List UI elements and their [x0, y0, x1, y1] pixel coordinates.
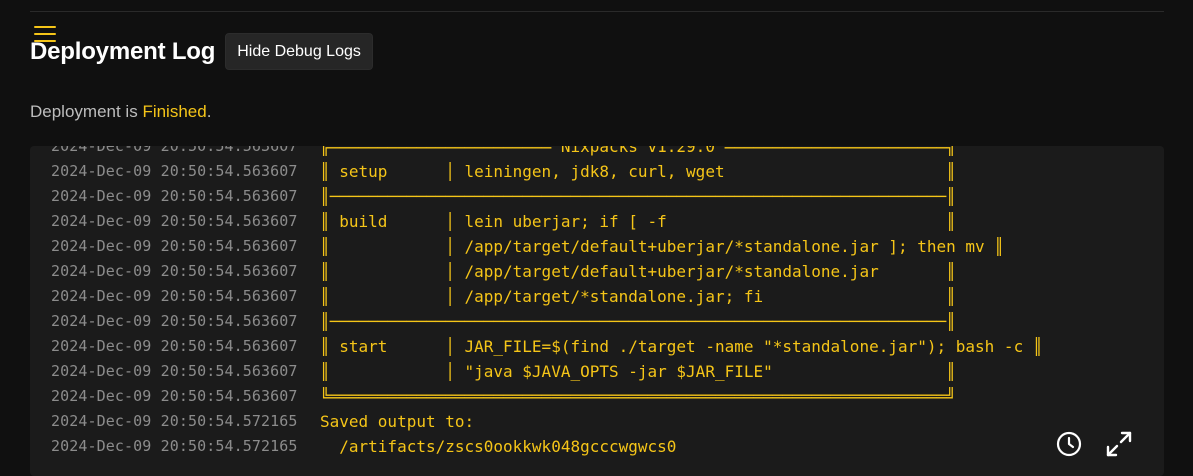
- status-value: Finished: [142, 102, 207, 121]
- log-line: 2024-Dec-09 20:50:54.563607 ║ │ /app/targ…: [30, 284, 1042, 309]
- log-line: 2024-Dec-09 20:50:54.563607 ║ setup │ lei…: [30, 159, 1042, 184]
- log-line: 2024-Dec-09 20:50:54.563607 ║────────────…: [30, 184, 1042, 209]
- hide-debug-logs-button[interactable]: Hide Debug Logs: [225, 33, 373, 70]
- log-timestamp: 2024-Dec-09 20:50:54.563607: [51, 362, 298, 380]
- log-message: ║ │ /app/target/*standalone.jar; fi ║: [320, 287, 956, 306]
- expand-icon[interactable]: [1105, 430, 1133, 458]
- log-line: 2024-Dec-09 20:50:54.563607 ╔════════════…: [30, 146, 1042, 159]
- log-line: 2024-Dec-09 20:50:54.563607 ║────────────…: [30, 309, 1042, 334]
- log-timestamp: 2024-Dec-09 20:50:54.563607: [51, 237, 298, 255]
- header-row: Deployment Log Hide Debug Logs: [30, 33, 373, 70]
- log-lines: 2024-Dec-09 20:50:54.563607 ╔════════════…: [30, 146, 1042, 459]
- top-divider: [30, 11, 1164, 12]
- log-line: 2024-Dec-09 20:50:54.563607 ║ build │ lei…: [30, 209, 1042, 234]
- log-message: ║ build │ lein uberjar; if [ -f ║: [320, 212, 956, 231]
- log-timestamp: 2024-Dec-09 20:50:54.563607: [51, 287, 298, 305]
- log-message: ║ setup │ leiningen, jdk8, curl, wget ║: [320, 162, 956, 181]
- log-line: 2024-Dec-09 20:50:54.563607 ║ │ /app/targ…: [30, 259, 1042, 284]
- log-timestamp: 2024-Dec-09 20:50:54.563607: [51, 387, 298, 405]
- status-prefix: Deployment is: [30, 102, 143, 121]
- log-line: 2024-Dec-09 20:50:54.572165 Saved output …: [30, 409, 1042, 434]
- log-line: 2024-Dec-09 20:50:54.572165 /artifacts/z…: [30, 434, 1042, 459]
- log-message: ║───────────────────────────────────────…: [320, 312, 956, 331]
- log-message: ║───────────────────────────────────────…: [320, 187, 956, 206]
- log-timestamp: 2024-Dec-09 20:50:54.563607: [51, 187, 298, 205]
- log-message: ║ │ /app/target/default+uberjar/*standal…: [320, 237, 1004, 256]
- log-timestamp: 2024-Dec-09 20:50:54.572165: [51, 412, 298, 430]
- log-message: ╚═══════════════════════════════════════…: [320, 387, 956, 406]
- log-message: ║ start │ JAR_FILE=$(find ./target -name…: [320, 337, 1043, 356]
- log-line: 2024-Dec-09 20:50:54.563607 ║ │ "java $JA…: [30, 359, 1042, 384]
- log-message: ║ │ /app/target/default+uberjar/*standal…: [320, 262, 956, 281]
- page-title: Deployment Log: [30, 37, 216, 65]
- log-panel[interactable]: 2024-Dec-09 20:50:54.563607 ╔════════════…: [30, 146, 1164, 476]
- deployment-status: Deployment is Finished.: [30, 102, 211, 122]
- log-message: ║ │ "java $JAVA_OPTS -jar $JAR_FILE" ║: [320, 362, 956, 381]
- log-message: /artifacts/zscs0ookkwk048gcccwgwcs0: [320, 437, 677, 456]
- log-timestamp: 2024-Dec-09 20:50:54.563607: [51, 146, 298, 155]
- log-timestamp: 2024-Dec-09 20:50:54.572165: [51, 437, 298, 455]
- log-line: 2024-Dec-09 20:50:54.563607 ║ │ /app/targ…: [30, 234, 1042, 259]
- history-icon[interactable]: [1055, 430, 1083, 458]
- log-line: 2024-Dec-09 20:50:54.563607 ║ start │ JAR…: [30, 334, 1042, 359]
- log-line: 2024-Dec-09 20:50:54.563607 ╚════════════…: [30, 384, 1042, 409]
- log-timestamp: 2024-Dec-09 20:50:54.563607: [51, 312, 298, 330]
- log-timestamp: 2024-Dec-09 20:50:54.563607: [51, 162, 298, 180]
- log-timestamp: 2024-Dec-09 20:50:54.563607: [51, 212, 298, 230]
- status-suffix: .: [206, 102, 212, 121]
- log-message: Saved output to:: [320, 412, 475, 431]
- log-timestamp: 2024-Dec-09 20:50:54.563607: [51, 262, 298, 280]
- log-timestamp: 2024-Dec-09 20:50:54.563607: [51, 337, 298, 355]
- log-message: ╔═══════════════════════ Nixpacks v1.29.…: [320, 146, 956, 156]
